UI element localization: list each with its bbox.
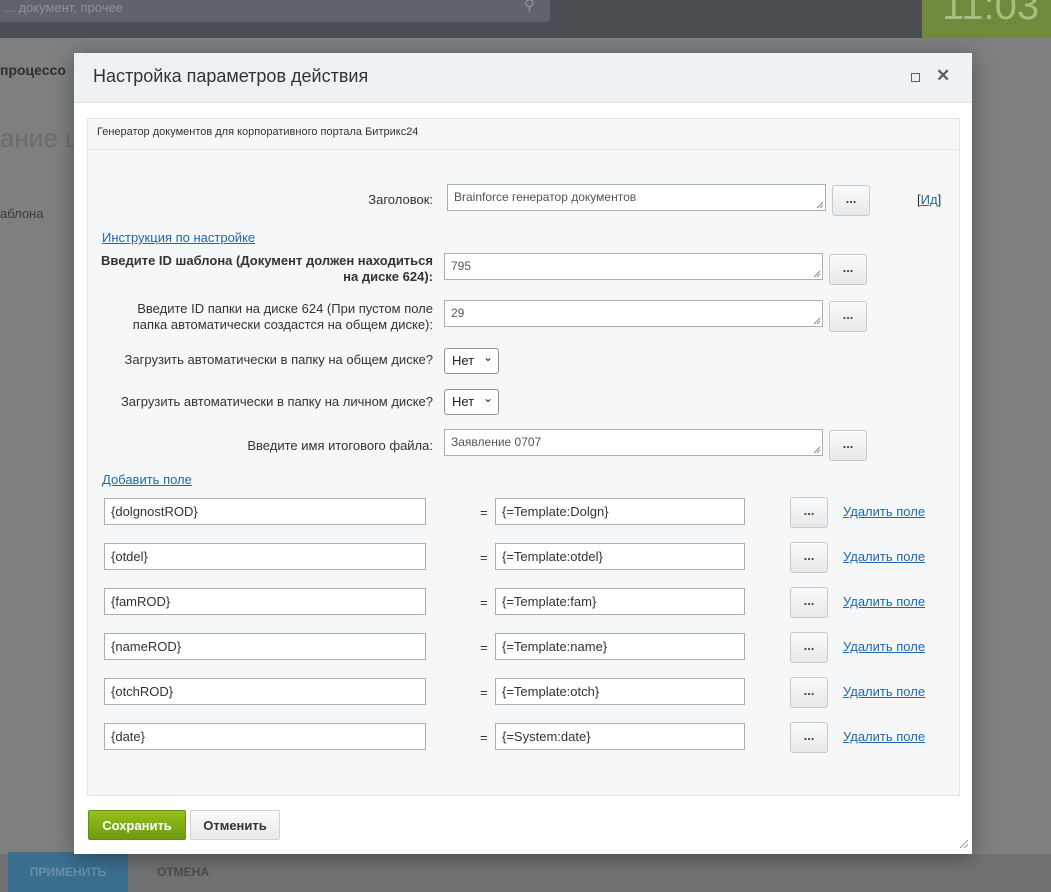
mapping-value-input[interactable]: {=Template:fam}: [495, 588, 745, 615]
mapping-key-input[interactable]: {date}: [104, 723, 426, 750]
template-id-picker-button[interactable]: ...: [829, 254, 867, 285]
mapping-value-input[interactable]: {=Template:otch}: [495, 678, 745, 705]
background-apply-button: ПРИМЕНИТЬ: [8, 852, 128, 892]
delete-field-link[interactable]: Удалить поле: [843, 684, 925, 699]
folder-id-value: 29: [451, 306, 465, 320]
mapping-equals: =: [480, 550, 488, 565]
template-id-value: 795: [451, 259, 472, 273]
panel-divider: [88, 149, 959, 150]
file-name-label: Введите имя итогового файла:: [247, 438, 433, 453]
mapping-equals: =: [480, 640, 488, 655]
mapping-key-input[interactable]: {otchROD}: [104, 678, 426, 705]
title-field-picker-button[interactable]: ...: [832, 185, 870, 216]
mapping-key-input[interactable]: {dolgnostROD}: [104, 498, 426, 525]
select-chevron-icon: ⌄: [482, 391, 493, 405]
folder-id-label: Введите ID папки на диске 624 (При пусто…: [133, 301, 433, 333]
mapping-value-input[interactable]: {=Template:Dolgn}: [495, 498, 745, 525]
background-clock: 11:03: [922, 0, 1051, 38]
mapping-picker-button[interactable]: ...: [790, 677, 828, 708]
upload-common-select[interactable]: Нет ⌄: [444, 348, 499, 374]
template-id-label: Введите ID шаблона (Документ должен нахо…: [101, 253, 433, 285]
resize-grip-icon: [813, 270, 821, 278]
add-field-link[interactable]: Добавить поле: [102, 472, 192, 487]
dialog-title: Настройка параметров действия: [93, 66, 369, 86]
mapping-key-input[interactable]: {otdel}: [104, 543, 426, 570]
mapping-value-input[interactable]: {=Template:otdel}: [495, 543, 745, 570]
id-link[interactable]: [Ид]: [917, 192, 941, 207]
mapping-equals: =: [480, 730, 488, 745]
folder-id-input[interactable]: 29: [444, 300, 823, 327]
background-cancel-button: ОТМЕНА: [157, 865, 209, 879]
id-link-label: Ид: [920, 192, 938, 207]
background-tab: аблона: [0, 206, 44, 221]
action-settings-dialog: Настройка параметров действия ✕ Генерато…: [74, 53, 972, 854]
mapping-key-input[interactable]: {nameROD}: [104, 633, 426, 660]
cancel-button[interactable]: Отменить: [190, 810, 280, 840]
instruction-link[interactable]: Инструкция по настройке: [102, 230, 255, 245]
title-field-value: Brainforce генератор документов: [454, 190, 637, 204]
maximize-icon[interactable]: [911, 73, 920, 82]
mapping-value-input[interactable]: {=Template:name}: [495, 633, 745, 660]
mapping-picker-button[interactable]: ...: [790, 722, 828, 753]
template-id-input[interactable]: 795: [444, 253, 823, 280]
template-id-label-line1: Введите ID шаблона (Документ должен нахо…: [101, 253, 433, 268]
close-icon[interactable]: ✕: [936, 66, 950, 86]
panel-title: Генератор документов для корпоративного …: [97, 126, 419, 138]
title-field-input[interactable]: Brainforce генератор документов: [447, 184, 826, 211]
folder-id-label-line2: папка автоматически создастся на общем д…: [132, 317, 433, 332]
folder-id-picker-button[interactable]: ...: [829, 301, 867, 332]
delete-field-link[interactable]: Удалить поле: [843, 639, 925, 654]
search-icon: ⚲: [524, 0, 535, 14]
file-name-picker-button[interactable]: ...: [829, 430, 867, 461]
upload-common-value: Нет: [452, 353, 475, 368]
file-name-value: Заявление 0707: [451, 435, 542, 449]
mapping-picker-button[interactable]: ...: [790, 587, 828, 618]
mapping-picker-button[interactable]: ...: [790, 542, 828, 573]
delete-field-link[interactable]: Удалить поле: [843, 504, 925, 519]
upload-personal-value: Нет: [452, 394, 475, 409]
save-button[interactable]: Сохранить: [88, 810, 186, 840]
id-link-close-bracket: ]: [937, 192, 942, 207]
background-search-placeholder: ... документ, прочее: [4, 0, 123, 15]
title-field-label: Заголовок:: [368, 192, 433, 207]
resize-grip-icon: [816, 201, 824, 209]
mapping-key-input[interactable]: {famROD}: [104, 588, 426, 615]
dialog-header: Настройка параметров действия ✕: [74, 53, 972, 103]
background-page-heading: ание ш: [0, 123, 86, 153]
mapping-equals: =: [480, 505, 488, 520]
select-chevron-icon: ⌄: [482, 350, 493, 364]
folder-id-label-line1: Введите ID папки на диске 624 (При пусто…: [137, 301, 433, 316]
delete-field-link[interactable]: Удалить поле: [843, 594, 925, 609]
mapping-picker-button[interactable]: ...: [790, 497, 828, 528]
delete-field-link[interactable]: Удалить поле: [843, 549, 925, 564]
mapping-picker-button[interactable]: ...: [790, 632, 828, 663]
upload-common-label: Загрузить автоматически в папку на общем…: [124, 352, 433, 367]
mapping-equals: =: [480, 595, 488, 610]
mapping-equals: =: [480, 685, 488, 700]
resize-grip-icon: [813, 446, 821, 454]
mapping-value-input[interactable]: {=System:date}: [495, 723, 745, 750]
background-breadcrumb: процессо: [0, 62, 66, 78]
upload-personal-select[interactable]: Нет ⌄: [444, 389, 499, 415]
clock-time: 11:03: [942, 0, 1040, 28]
upload-personal-label: Загрузить автоматически в папку на лично…: [120, 394, 433, 409]
file-name-input[interactable]: Заявление 0707: [444, 429, 823, 456]
delete-field-link[interactable]: Удалить поле: [843, 729, 925, 744]
resize-grip-icon: [813, 317, 821, 325]
template-id-label-line2: на диске 624):: [343, 269, 433, 284]
resize-grip-icon[interactable]: [959, 839, 969, 849]
background-search-input: ... документ, прочее ⚲: [0, 0, 550, 22]
